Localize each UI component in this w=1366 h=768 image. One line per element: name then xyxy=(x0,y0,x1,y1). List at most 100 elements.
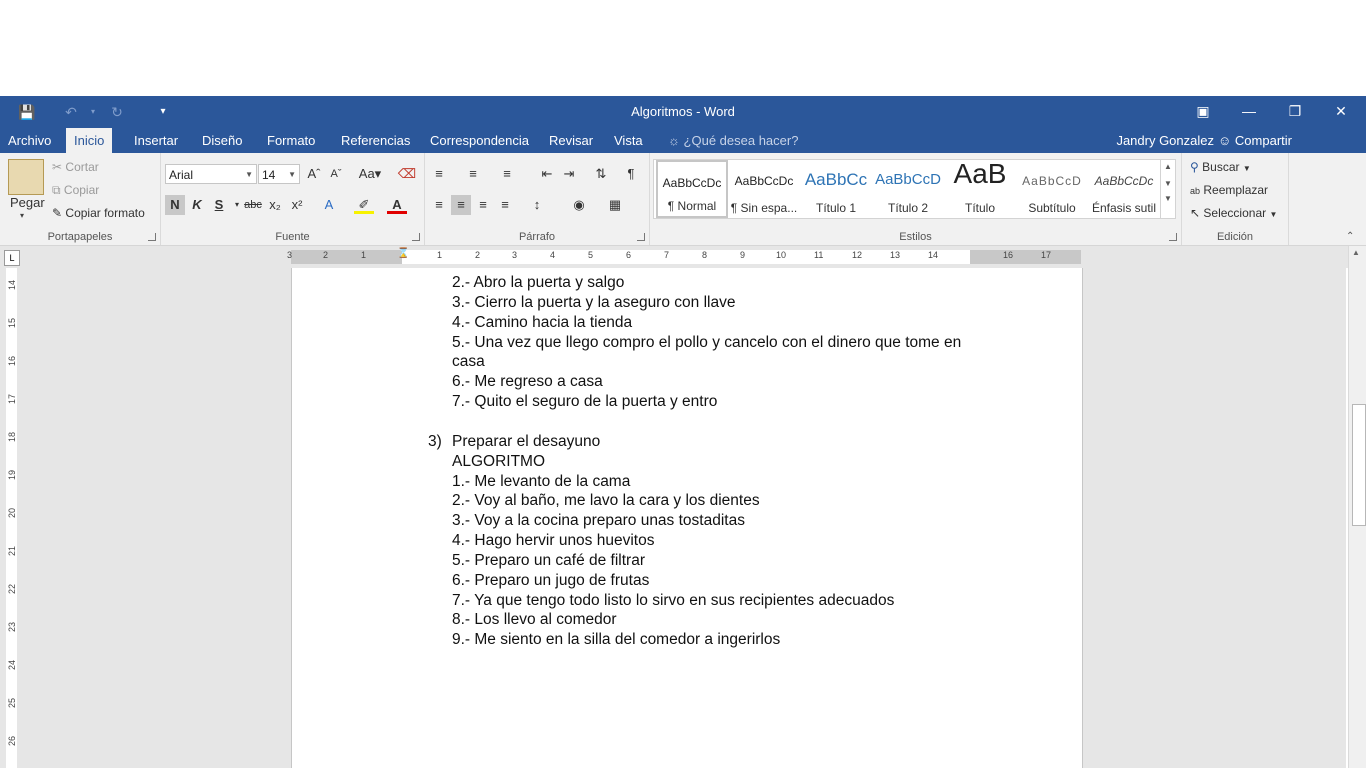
italic-button[interactable]: K xyxy=(187,195,207,215)
strikethrough-button[interactable]: abc xyxy=(243,195,263,215)
tab-revisar[interactable]: Revisar xyxy=(541,128,601,153)
collapse-ribbon-icon[interactable]: ⌃ xyxy=(1346,231,1354,242)
style-no-spacing[interactable]: AaBbCcDc ¶ Sin espa... xyxy=(728,160,800,218)
style-normal[interactable]: AaBbCcDc ¶ Normal xyxy=(656,160,728,218)
highlight-icon[interactable]: ✐ xyxy=(354,195,374,214)
document-line[interactable]: 5.- Una vez que llego compro el pollo y … xyxy=(452,334,961,352)
borders-icon[interactable]: ▦ xyxy=(605,195,625,215)
tab-vista[interactable]: Vista xyxy=(606,128,651,153)
document-line[interactable]: 8.- Los llevo al comedor xyxy=(452,611,617,629)
document-line[interactable]: Preparar el desayuno xyxy=(452,433,600,451)
vertical-scrollbar[interactable]: ▲ xyxy=(1348,246,1366,768)
format-painter-button[interactable]: ✎ Copiar formato xyxy=(52,206,145,220)
align-left-icon[interactable]: ≡ xyxy=(429,195,449,215)
cut-button[interactable]: ✂ Cortar xyxy=(52,160,99,174)
ribbon-display-icon[interactable]: ▣ xyxy=(1180,96,1226,128)
font-color-icon[interactable]: A xyxy=(387,195,407,214)
document-line[interactable]: 3.- Voy a la cocina preparo unas tostadi… xyxy=(452,512,745,530)
document-line[interactable]: ALGORITMO xyxy=(452,453,545,471)
superscript-icon[interactable]: x² xyxy=(287,195,307,215)
document-line[interactable]: 3.- Cierro la puerta y la aseguro con ll… xyxy=(452,294,735,312)
document-line[interactable]: 9.- Me siento en la silla del comedor a … xyxy=(452,631,780,649)
ruler-number: 3 xyxy=(287,250,293,260)
pilcrow-icon[interactable]: ¶ xyxy=(621,164,641,184)
document-line[interactable]: 7.- Ya que tengo todo listo lo sirvo en … xyxy=(452,592,894,610)
document-line[interactable]: casa xyxy=(452,353,485,371)
align-right-icon[interactable]: ≡ xyxy=(473,195,493,215)
tab-selector-icon[interactable]: L xyxy=(4,250,20,266)
document-line[interactable]: 5.- Preparo un café de filtrar xyxy=(452,552,645,570)
replace-button[interactable]: ab Reemplazar xyxy=(1190,183,1268,197)
share-button[interactable]: ☺ Compartir xyxy=(1218,128,1358,153)
tab-diseno[interactable]: Diseño xyxy=(194,128,250,153)
find-button[interactable]: ⚲ Buscar ▼ xyxy=(1190,160,1251,174)
document-line[interactable]: 6.- Me regreso a casa xyxy=(452,373,603,391)
styles-scroll[interactable]: ▲ ▼ ▼ xyxy=(1160,160,1175,218)
horizontal-ruler[interactable]: L ⌛ 3 2 1 1 2 3 4 5 6 7 8 9 10 11 12 13 14 16 17 xyxy=(0,246,1366,268)
chevron-up-icon[interactable]: ▲ xyxy=(1161,162,1175,171)
document-area[interactable]: 2.- Abro la puerta y salgo 3.- Cierro la … xyxy=(24,268,1346,768)
increase-indent-icon[interactable]: ⇥ xyxy=(559,164,579,184)
user-name[interactable]: Jandry Gonzalez xyxy=(1116,128,1214,153)
decrease-indent-icon[interactable]: ⇤ xyxy=(537,164,557,184)
document-line[interactable]: 6.- Preparo un jugo de frutas xyxy=(452,572,649,590)
tab-inicio[interactable]: Inicio xyxy=(66,128,113,153)
document-line[interactable]: 7.- Quito el seguro de la puerta y entro xyxy=(452,393,717,411)
sort-icon[interactable]: ⇅ xyxy=(591,164,611,184)
ruler-number: 13 xyxy=(890,250,901,260)
line-spacing-icon[interactable]: ↕ xyxy=(527,195,547,215)
clear-format-icon[interactable]: ⌫ xyxy=(397,164,417,184)
tell-me-box[interactable]: ☼ ¿Qué desea hacer? xyxy=(668,128,798,153)
font-name-box[interactable]: Arial ▼ xyxy=(165,164,257,184)
change-case-icon[interactable]: Aa▾ xyxy=(355,164,385,184)
scroll-thumb[interactable] xyxy=(1352,404,1366,526)
minimize-icon[interactable]: — xyxy=(1226,96,1272,128)
bullets-icon[interactable]: ≡ xyxy=(429,164,449,184)
document-line[interactable]: 2.- Voy al baño, me lavo la cara y los d… xyxy=(452,492,760,510)
select-button[interactable]: ↖ Seleccionar ▼ xyxy=(1190,206,1277,220)
text-effects-icon[interactable]: A xyxy=(319,195,339,215)
restore-icon[interactable]: ❐ xyxy=(1272,96,1318,128)
style-heading-2[interactable]: AaBbCcD Título 2 xyxy=(872,160,944,218)
styles-launcher-icon[interactable] xyxy=(1169,233,1177,241)
paste-icon[interactable] xyxy=(8,159,44,195)
style-title[interactable]: AaB Título xyxy=(944,158,1016,218)
align-center-icon[interactable]: ≡ xyxy=(451,195,471,215)
justify-icon[interactable]: ≡ xyxy=(495,195,515,215)
indent-marker-icon[interactable]: ⌛ xyxy=(397,248,409,259)
style-heading-1[interactable]: AaBbCc Título 1 xyxy=(800,160,872,218)
document-line[interactable]: 4.- Hago hervir unos huevitos xyxy=(452,532,654,550)
subscript-icon[interactable]: x₂ xyxy=(265,195,285,215)
shrink-font-icon[interactable]: Aˇ xyxy=(326,164,346,184)
tab-referencias[interactable]: Referencias xyxy=(333,128,418,153)
copy-button[interactable]: ⧉ Copiar xyxy=(52,183,99,198)
document-line[interactable]: 2.- Abro la puerta y salgo xyxy=(452,274,624,292)
chevron-down-icon[interactable]: ▼ xyxy=(1161,179,1175,188)
style-subtle-emphasis[interactable]: AaBbCcDc Énfasis sutil xyxy=(1088,160,1160,218)
multilevel-list-icon[interactable]: ≡ xyxy=(497,164,517,184)
page[interactable]: 2.- Abro la puerta y salgo 3.- Cierro la … xyxy=(291,268,1083,768)
paragraph-launcher-icon[interactable] xyxy=(637,233,645,241)
paste-dropdown-icon[interactable]: ▾ xyxy=(20,211,24,220)
document-line[interactable]: 1.- Me levanto de la cama xyxy=(452,473,630,491)
tab-insertar[interactable]: Insertar xyxy=(126,128,186,153)
font-size-box[interactable]: 14 ▼ xyxy=(258,164,300,184)
shading-icon[interactable]: ◉ xyxy=(569,195,589,215)
document-line[interactable]: 4.- Camino hacia la tienda xyxy=(452,314,632,332)
clipboard-launcher-icon[interactable] xyxy=(148,233,156,241)
close-icon[interactable]: ✕ xyxy=(1318,96,1364,128)
numbering-icon[interactable]: ≡ xyxy=(463,164,483,184)
more-styles-icon[interactable]: ▼ xyxy=(1161,194,1175,203)
grow-font-icon[interactable]: Aˆ xyxy=(304,164,324,184)
tab-archivo[interactable]: Archivo xyxy=(0,128,59,153)
tab-correspondencia[interactable]: Correspondencia xyxy=(422,128,537,153)
copy-icon: ⧉ xyxy=(52,183,61,197)
font-launcher-icon[interactable] xyxy=(412,233,420,241)
tab-formato[interactable]: Formato xyxy=(259,128,323,153)
paste-button[interactable]: Pegar xyxy=(10,195,45,210)
style-subtitle[interactable]: AaBbCcD Subtítulo xyxy=(1016,160,1088,218)
chevron-down-icon: ▼ xyxy=(245,170,253,179)
bold-button[interactable]: N xyxy=(165,195,185,215)
scroll-up-icon[interactable]: ▲ xyxy=(1352,248,1360,257)
underline-button[interactable]: S xyxy=(209,195,229,215)
